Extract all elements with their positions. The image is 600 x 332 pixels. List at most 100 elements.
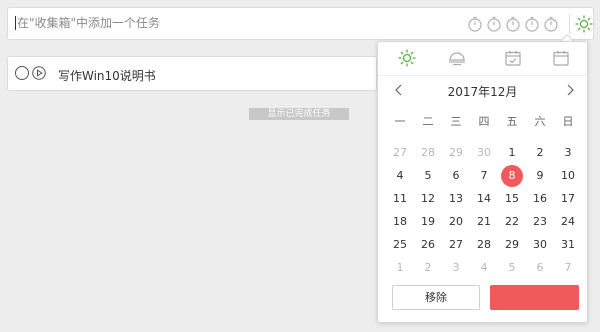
calendar-day-label: 14: [477, 192, 491, 205]
calendar-day[interactable]: 6: [526, 257, 554, 279]
calendar-day-label: 28: [421, 146, 435, 159]
timer-icon[interactable]: [524, 16, 540, 32]
timer-icon[interactable]: [543, 16, 559, 32]
calendar-grid: 27 28 29 30 1 2 3 4 5 6 7 8 9 10 11 12 13 14 15 16 17 18 19 20 2…: [386, 142, 582, 280]
calendar-day[interactable]: 26: [414, 234, 442, 256]
calendar-day-label: 31: [561, 238, 575, 251]
calendar-day-label: 19: [421, 215, 435, 228]
calendar-day-label: 11: [393, 192, 407, 205]
calendar-day-label: 30: [533, 238, 547, 251]
sun-icon[interactable]: [398, 49, 416, 67]
pomodoro-estimate[interactable]: [467, 16, 559, 32]
calendar-day-label: 4: [396, 169, 404, 182]
calendar-day[interactable]: 24: [554, 211, 582, 233]
calendar-day-label: 29: [449, 146, 463, 159]
calendar-day[interactable]: 9: [526, 165, 554, 187]
weekday-label: 六: [534, 115, 546, 128]
calendar-day[interactable]: 22: [498, 211, 526, 233]
calendar-day-label: 7: [564, 261, 572, 274]
calendar-day[interactable]: 4: [470, 257, 498, 279]
calendar-day-label: 24: [561, 215, 575, 228]
calendar-day[interactable]: 30: [526, 234, 554, 256]
calendar-icon[interactable]: [552, 49, 570, 67]
calendar-day-label: 22: [505, 215, 519, 228]
calendar-day[interactable]: 17: [554, 188, 582, 210]
timer-icon[interactable]: [505, 16, 521, 32]
calendar-day[interactable]: 20: [442, 211, 470, 233]
sun-icon[interactable]: [575, 15, 593, 33]
weekday-label: 五: [506, 115, 518, 128]
calendar-day-label: 30: [477, 146, 491, 159]
calendar-day[interactable]: 2: [414, 257, 442, 279]
calendar-day[interactable]: 7: [470, 165, 498, 187]
add-task-bar[interactable]: 在"收集箱"中添加一个任务: [7, 7, 594, 40]
calendar-day-label: 5: [424, 169, 432, 182]
calendar-day[interactable]: 15: [498, 188, 526, 210]
calendar-day[interactable]: 19: [414, 211, 442, 233]
calendar-day-label: 12: [421, 192, 435, 205]
calendar-day-selected[interactable]: 8: [498, 165, 526, 187]
calendar-day[interactable]: 29: [498, 234, 526, 256]
calendar-day[interactable]: 27: [442, 234, 470, 256]
weekday-header: 一 二 三 四 五 六 日: [386, 113, 582, 129]
chevron-right-icon[interactable]: [565, 84, 575, 96]
weekday-label: 四: [478, 115, 490, 128]
calendar-day-label: 21: [477, 215, 491, 228]
calendar-day[interactable]: 27: [386, 142, 414, 164]
calendar-day[interactable]: 1: [498, 142, 526, 164]
calendar-day-label: 3: [452, 261, 460, 274]
calendar-day[interactable]: 31: [554, 234, 582, 256]
calendar-day[interactable]: 30: [470, 142, 498, 164]
calendar-day[interactable]: 10: [554, 165, 582, 187]
calendar-day-label: 16: [533, 192, 547, 205]
calendar-day[interactable]: 21: [470, 211, 498, 233]
calendar-day[interactable]: 14: [470, 188, 498, 210]
weekday-label: 一: [394, 115, 406, 128]
calendar-day[interactable]: 23: [526, 211, 554, 233]
calendar-day[interactable]: 7: [554, 257, 582, 279]
calendar-day[interactable]: 2: [526, 142, 554, 164]
month-title: 2017年12月: [447, 85, 518, 99]
calendar-day-label: 17: [561, 192, 575, 205]
add-task-input[interactable]: 在"收集箱"中添加一个任务: [15, 16, 160, 30]
task-checkbox[interactable]: [15, 66, 29, 80]
calendar-day[interactable]: 3: [442, 257, 470, 279]
calendar-day-label: 1: [508, 146, 516, 159]
remove-button[interactable]: 移除: [392, 285, 480, 310]
calendar-day[interactable]: 3: [554, 142, 582, 164]
calendar-day[interactable]: 12: [414, 188, 442, 210]
calendar-day[interactable]: 4: [386, 165, 414, 187]
calendar-day-label: 6: [536, 261, 544, 274]
calendar-day[interactable]: 28: [414, 142, 442, 164]
show-completed-button[interactable]: 显示已完成任务: [249, 108, 349, 120]
calendar-day[interactable]: 1: [386, 257, 414, 279]
timer-icon[interactable]: [486, 16, 502, 32]
moon-icon[interactable]: [448, 49, 466, 67]
timer-icon[interactable]: [467, 16, 483, 32]
weekday-label: 日: [562, 115, 574, 128]
calendar-day[interactable]: 25: [386, 234, 414, 256]
calendar-day-label: 5: [508, 261, 516, 274]
calendar-check-icon[interactable]: [504, 49, 522, 67]
calendar-day-label: 1: [396, 261, 404, 274]
divider: [569, 14, 570, 34]
date-picker-popup: 2017年12月 一 二 三 四 五 六 日 27 28 29 30 1 2 3 4 5 6 7 8 9…: [377, 41, 588, 323]
calendar-day[interactable]: 6: [442, 165, 470, 187]
task-title: 写作Win10说明书: [58, 69, 156, 83]
calendar-day[interactable]: 16: [526, 188, 554, 210]
calendar-day-label: 18: [393, 215, 407, 228]
confirm-button[interactable]: [490, 285, 579, 310]
calendar-day-label: 28: [477, 238, 491, 251]
calendar-day[interactable]: 28: [470, 234, 498, 256]
calendar-day[interactable]: 5: [498, 257, 526, 279]
task-row[interactable]: 写作Win10说明书: [7, 56, 377, 91]
play-icon[interactable]: [32, 66, 46, 80]
calendar-day[interactable]: 13: [442, 188, 470, 210]
calendar-day-label: 7: [480, 169, 488, 182]
calendar-day[interactable]: 29: [442, 142, 470, 164]
calendar-day[interactable]: 11: [386, 188, 414, 210]
calendar-day-label: 3: [564, 146, 572, 159]
calendar-day[interactable]: 18: [386, 211, 414, 233]
calendar-day[interactable]: 5: [414, 165, 442, 187]
calendar-day-label: 27: [449, 238, 463, 251]
